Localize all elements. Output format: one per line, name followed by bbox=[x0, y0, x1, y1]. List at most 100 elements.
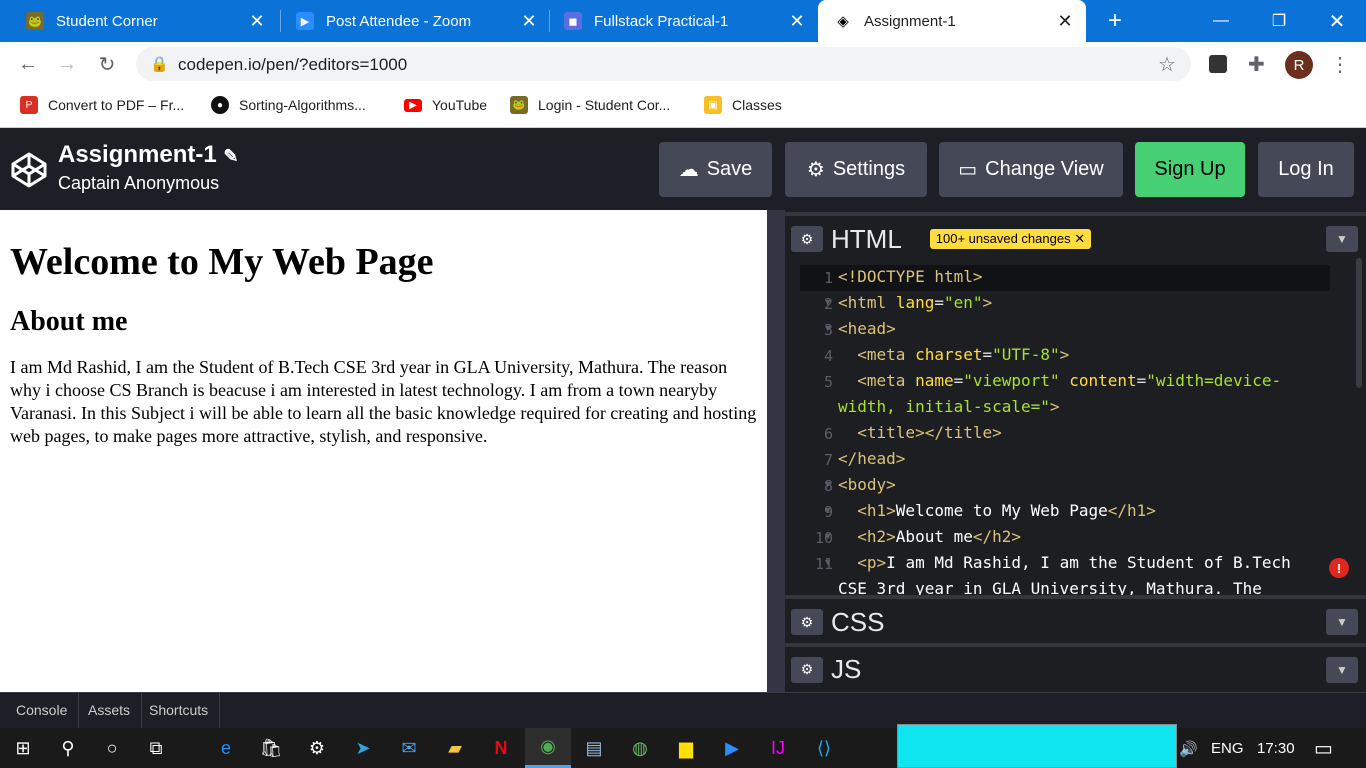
pen-author[interactable]: Captain Anonymous bbox=[58, 173, 219, 194]
telegram-icon[interactable]: ➤ bbox=[340, 728, 386, 768]
store-icon[interactable]: 🛍 bbox=[248, 728, 294, 768]
code-line: <meta name="viewport" content="width=dev… bbox=[857, 371, 1282, 390]
pen-title[interactable]: Assignment-1 ✎ bbox=[58, 141, 238, 169]
star-icon[interactable]: ☆ bbox=[1158, 52, 1176, 77]
bookmark-student-corner[interactable]: 🐸 Login - Student Cor... bbox=[510, 95, 670, 115]
bookmark-classes[interactable]: ▣ Classes bbox=[704, 95, 782, 115]
search-icon[interactable]: ⚲ bbox=[45, 728, 91, 768]
forward-button[interactable]: → bbox=[49, 42, 85, 86]
html-editor-header[interactable]: ⚙ HTML 100+ unsaved changes ✕ ▼ bbox=[785, 212, 1366, 262]
netflix-icon[interactable]: N bbox=[478, 728, 524, 768]
code-line: <title></title> bbox=[857, 423, 1002, 442]
chevron-down-icon[interactable]: ▼ bbox=[1326, 609, 1358, 635]
code-line: <h2>About me</h2> bbox=[857, 527, 1022, 546]
assets-button[interactable]: Assets bbox=[77, 692, 143, 728]
fold-icon[interactable]: ▼ bbox=[825, 558, 830, 568]
close-icon[interactable]: ✕ bbox=[518, 11, 540, 32]
js-editor-header[interactable]: ⚙ JS ▼ bbox=[785, 643, 1366, 692]
tab-student-corner[interactable]: 🐸 Student Corner ✕ bbox=[0, 0, 278, 42]
chevron-down-icon[interactable]: ▼ bbox=[1326, 226, 1358, 252]
restore-button[interactable]: ❐ bbox=[1250, 0, 1308, 42]
intellij-icon[interactable]: IJ bbox=[755, 728, 801, 768]
tab-fullstack[interactable]: ◼ Fullstack Practical-1 ✕ bbox=[538, 0, 818, 42]
change-view-button[interactable]: ▭ Change View bbox=[939, 142, 1123, 197]
clock[interactable]: 17:30 bbox=[1257, 740, 1295, 757]
error-icon[interactable]: ! bbox=[1329, 558, 1349, 578]
edge-icon[interactable]: e bbox=[203, 728, 249, 768]
github-icon: ● bbox=[211, 96, 229, 114]
console-button[interactable]: Console bbox=[5, 692, 80, 728]
back-button[interactable]: ← bbox=[10, 42, 46, 86]
gear-icon[interactable]: ⚙ bbox=[791, 656, 823, 683]
fold-icon[interactable]: ▼ bbox=[825, 324, 830, 334]
youtube-icon: ▶ bbox=[404, 98, 422, 112]
mail-icon[interactable]: ✉ bbox=[386, 728, 432, 768]
log-in-button[interactable]: Log In bbox=[1258, 142, 1354, 197]
settings-button[interactable]: ⚙ Settings bbox=[785, 142, 927, 197]
notepad-icon[interactable]: ▤ bbox=[571, 728, 617, 768]
save-button[interactable]: ☁ Save bbox=[659, 142, 772, 197]
fold-icon[interactable]: ▼ bbox=[825, 480, 830, 490]
pdf-icon: P bbox=[20, 96, 38, 114]
zoom-icon[interactable]: ▶ bbox=[709, 728, 755, 768]
shortcuts-button[interactable]: Shortcuts bbox=[138, 692, 221, 728]
tab-zoom[interactable]: ▶ Post Attendee - Zoom ✕ bbox=[270, 0, 550, 42]
minimize-button[interactable]: — bbox=[1192, 0, 1250, 42]
preview-subheading: About me bbox=[10, 306, 128, 337]
codepen-icon: ◈ bbox=[837, 13, 849, 30]
code-line: <!DOCTYPE html> bbox=[838, 267, 983, 286]
code-line: <h1>Welcome to My Web Page</h1> bbox=[857, 501, 1156, 520]
settings-icon[interactable]: ⚙ bbox=[294, 728, 340, 768]
pencil-icon[interactable]: ✎ bbox=[223, 146, 238, 166]
bookmark-github[interactable]: ● Sorting-Algorithms... bbox=[211, 95, 366, 115]
notifications-icon[interactable]: ▭ bbox=[1314, 736, 1333, 761]
chevron-down-icon[interactable]: ▼ bbox=[1326, 656, 1358, 683]
tab-assignment[interactable]: ◈ Assignment-1 ✕ bbox=[818, 0, 1086, 42]
pane-resizer[interactable] bbox=[767, 210, 785, 692]
editor-scrollbar[interactable] bbox=[1356, 258, 1362, 388]
extension-icon[interactable] bbox=[1209, 55, 1227, 73]
windows-start-icon[interactable]: ⊞ bbox=[0, 728, 46, 768]
gear-icon[interactable]: ⚙ bbox=[791, 226, 823, 252]
sign-up-button[interactable]: Sign Up bbox=[1135, 142, 1245, 197]
cortana-icon[interactable]: ○ bbox=[89, 728, 135, 768]
preview-heading: Welcome to My Web Page bbox=[10, 241, 434, 283]
video-camera-icon: ▶ bbox=[296, 12, 314, 30]
folder-icon[interactable]: ▰ bbox=[432, 728, 478, 768]
code-line: <p>I am Md Rashid, I am the Student of B… bbox=[857, 553, 1291, 572]
window-thumbnail[interactable] bbox=[897, 724, 1177, 768]
frog-icon: 🐸 bbox=[510, 96, 528, 114]
task-view-icon[interactable]: ⧉ bbox=[133, 728, 179, 768]
app-icon[interactable]: ◍ bbox=[617, 728, 663, 768]
classroom-icon: ◼ bbox=[564, 12, 582, 30]
reload-button[interactable]: ↻ bbox=[89, 42, 125, 86]
close-icon[interactable]: ✕ bbox=[246, 11, 268, 32]
url-text[interactable]: codepen.io/pen/?editors=1000 bbox=[178, 55, 407, 75]
new-tab-button[interactable]: + bbox=[1086, 0, 1144, 42]
language-indicator[interactable]: ENG bbox=[1211, 740, 1244, 757]
css-editor-header[interactable]: ⚙ CSS ▼ bbox=[785, 595, 1366, 645]
result-preview: Welcome to My Web Page About me I am Md … bbox=[0, 210, 767, 692]
code-line: <body> bbox=[838, 475, 896, 494]
vscode-icon[interactable]: ⟨⟩ bbox=[801, 728, 847, 768]
bookmark-youtube[interactable]: ▶ YouTube bbox=[404, 95, 487, 115]
speaker-icon[interactable]: 🔊 bbox=[1179, 740, 1198, 758]
avatar[interactable]: R bbox=[1285, 51, 1313, 79]
gear-icon: ⚙ bbox=[806, 159, 825, 181]
fold-icon[interactable]: ▼ bbox=[825, 506, 830, 516]
fold-icon[interactable]: ▼ bbox=[825, 532, 830, 542]
chrome-icon[interactable]: ◉ bbox=[525, 728, 571, 768]
puzzle-icon[interactable]: ✚ bbox=[1248, 52, 1265, 77]
unsaved-badge[interactable]: 100+ unsaved changes ✕ bbox=[929, 229, 1092, 249]
bookmark-pdf[interactable]: P Convert to PDF – Fr... bbox=[20, 95, 184, 115]
window-close-button[interactable]: ✕ bbox=[1308, 0, 1366, 42]
sticky-notes-icon[interactable]: ▆ bbox=[663, 728, 709, 768]
codepen-logo-icon[interactable] bbox=[10, 151, 48, 189]
close-icon[interactable]: ✕ bbox=[786, 11, 808, 32]
gear-icon[interactable]: ⚙ bbox=[791, 609, 823, 635]
code-line: <meta charset="UTF-8"> bbox=[857, 345, 1070, 364]
more-menu-icon[interactable]: ⋮ bbox=[1330, 52, 1350, 77]
close-icon[interactable]: ✕ bbox=[1054, 11, 1076, 32]
code-lines[interactable]: 1 2 ▼ 3 ▼ 4 5 6 7 8 ▼ 9 ▼ 10 ▼ 11 ▼ <!DOCTYPE … bbox=[785, 265, 1366, 595]
fold-icon[interactable]: ▼ bbox=[825, 298, 830, 308]
